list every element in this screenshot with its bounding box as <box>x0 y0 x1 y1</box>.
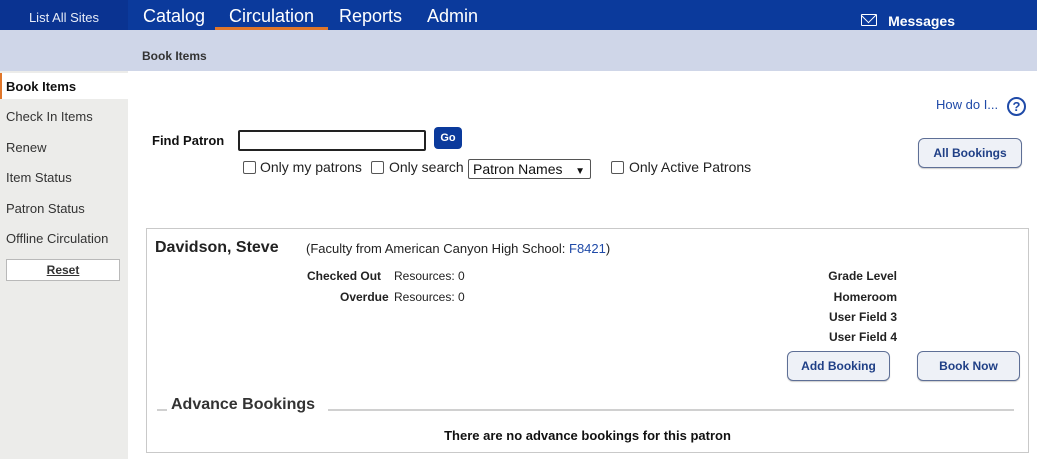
sub-header-left <box>0 30 128 71</box>
patron-name: Davidson, Steve <box>155 239 279 256</box>
sidebar-item-patron-status[interactable]: Patron Status <box>0 195 128 221</box>
only-my-patrons-label: Only my patrons <box>260 159 362 175</box>
sidebar-item-item-status[interactable]: Item Status <box>0 164 128 190</box>
advance-bookings-empty-message: There are no advance bookings for this p… <box>444 428 731 443</box>
homeroom-label: Homeroom <box>833 290 897 304</box>
patron-panel: Davidson, Steve (Faculty from American C… <box>146 228 1029 453</box>
sub-header: Book Items <box>0 30 1037 71</box>
overdue-label: Overdue <box>340 290 389 304</box>
sidebar-item-check-in-items[interactable]: Check In Items <box>0 103 128 129</box>
search-scope-value: Patron Names <box>473 161 563 177</box>
user-field-3-label: User Field 3 <box>828 310 897 324</box>
list-all-sites-link[interactable]: List All Sites <box>0 0 128 30</box>
tab-reports[interactable]: Reports <box>339 0 402 30</box>
advance-bookings-heading: Advance Bookings <box>171 396 316 413</box>
tab-admin[interactable]: Admin <box>427 0 478 30</box>
checked-out-label: Checked Out <box>307 269 382 283</box>
messages-link[interactable]: Messages <box>888 0 955 30</box>
sidebar-item-renew[interactable]: Renew <box>0 134 128 160</box>
find-patron-label: Find Patron <box>152 133 225 148</box>
only-my-patrons-checkbox[interactable] <box>243 161 256 174</box>
book-now-button[interactable]: Book Now <box>917 351 1020 381</box>
sidebar-item-offline-circulation[interactable]: Offline Circulation <box>0 225 128 251</box>
only-search-checkbox[interactable] <box>371 161 384 174</box>
how-do-i-link[interactable]: How do I... <box>936 97 998 112</box>
divider <box>157 409 167 411</box>
sidebar-item-book-items[interactable]: Book Items <box>0 73 128 99</box>
user-field-4-label: User Field 4 <box>828 330 897 344</box>
sidebar: Book Items Check In Items Renew Item Sta… <box>0 71 128 459</box>
reset-button[interactable]: Reset <box>6 259 120 281</box>
overdue-value: Resources: 0 <box>394 290 465 304</box>
top-nav-bar: List All Sites Catalog Circulation Repor… <box>0 0 1037 30</box>
only-search-label: Only search <box>389 159 464 175</box>
tab-catalog[interactable]: Catalog <box>143 0 205 30</box>
page-title: Book Items <box>142 49 207 63</box>
search-scope-select[interactable]: Patron Names ▼ <box>468 159 591 179</box>
only-active-patrons-checkbox[interactable] <box>611 161 624 174</box>
envelope-icon[interactable] <box>861 14 877 26</box>
only-active-patrons-label: Only Active Patrons <box>629 159 752 175</box>
patron-details-close: ) <box>605 241 611 256</box>
grade-level-label: Grade Level <box>828 269 897 283</box>
patron-type-school: (Faculty from American Canyon High Schoo… <box>306 241 569 256</box>
go-button[interactable]: Go <box>434 127 462 149</box>
patron-details: (Faculty from American Canyon High Schoo… <box>306 241 610 256</box>
chevron-down-icon: ▼ <box>575 166 585 177</box>
patron-barcode-link[interactable]: F8421 <box>569 241 606 256</box>
find-patron-input[interactable] <box>238 130 426 151</box>
divider <box>328 409 1014 411</box>
tab-circulation[interactable]: Circulation <box>214 0 329 30</box>
all-bookings-button[interactable]: All Bookings <box>918 138 1022 168</box>
checked-out-value: Resources: 0 <box>394 269 465 283</box>
add-booking-button[interactable]: Add Booking <box>787 351 890 381</box>
help-icon[interactable]: ? <box>1007 97 1026 116</box>
